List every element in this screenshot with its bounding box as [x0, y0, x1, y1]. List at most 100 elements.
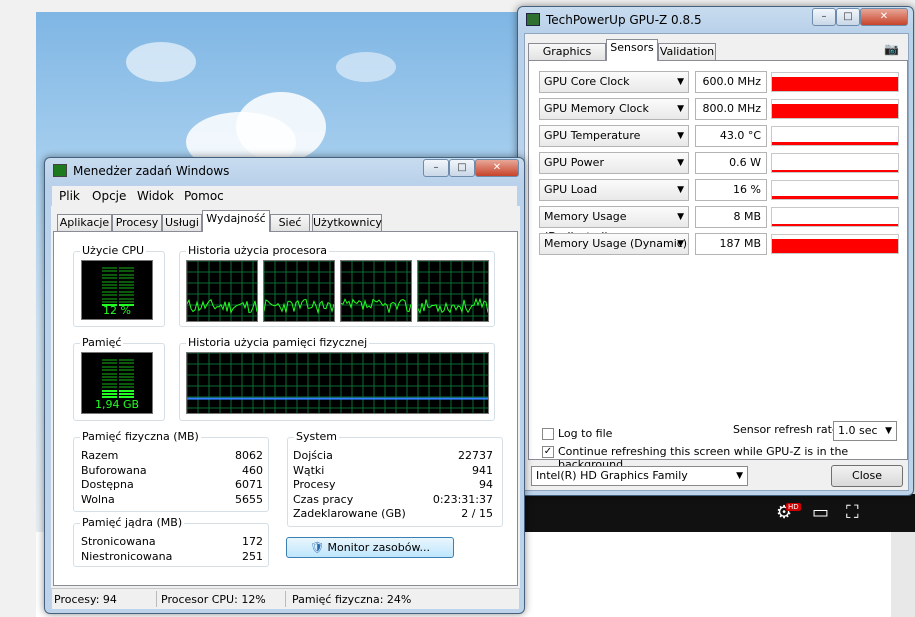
- stat-row: Zadeklarowane (GB) 2 / 15: [293, 507, 493, 520]
- stat-row: Wątki 941: [293, 464, 493, 477]
- sensor-name-select[interactable]: GPU Temperature ▼: [539, 125, 689, 147]
- sensor-name-select[interactable]: GPU Load ▼: [539, 179, 689, 201]
- refresh-rate-select[interactable]: 1.0 sec ▼: [833, 421, 897, 441]
- sensor-name-select[interactable]: GPU Power ▼: [539, 152, 689, 174]
- meter-segment: [119, 290, 134, 293]
- shield-icon: 🛡: [310, 541, 324, 554]
- cpu-core-graph-4: [417, 260, 489, 322]
- sensor-row: GPU Core Clock ▼ 600.0 MHz: [539, 71, 899, 93]
- meter-segment: [102, 304, 117, 307]
- tab-wydajnosc[interactable]: Wydajność: [202, 210, 270, 232]
- chevron-down-icon: ▼: [677, 77, 684, 87]
- tab-graphics-card[interactable]: Graphics Card: [528, 43, 606, 74]
- status-cpu: Procesor CPU: 12%: [161, 593, 266, 606]
- sensor-name-select[interactable]: GPU Core Clock ▼: [539, 71, 689, 93]
- sensor-graph-fill: [772, 224, 898, 226]
- stat-name: Stronicowana: [81, 535, 156, 548]
- log-to-file-label: Log to file: [558, 427, 613, 440]
- page-scrollbar[interactable]: [891, 532, 915, 617]
- close-button[interactable]: Close: [831, 465, 903, 487]
- kernel-memory-label: Pamięć jądra (MB): [80, 516, 185, 529]
- tab-validation[interactable]: Validation: [658, 43, 716, 61]
- meter-segment: [102, 294, 117, 297]
- chevron-down-icon: ▼: [736, 471, 743, 481]
- cpu-usage-meter: 12 %: [81, 260, 153, 320]
- close-window-button[interactable]: ✕: [860, 8, 908, 26]
- sensors-panel: GPU Core Clock ▼ 600.0 MHz GPU Memory Clock…: [528, 60, 908, 471]
- stat-value: 251: [242, 549, 263, 563]
- log-to-file-checkbox[interactable]: [542, 428, 554, 440]
- tab-aplikacje[interactable]: Aplikacje: [57, 214, 112, 232]
- minimize-button[interactable]: –: [423, 159, 449, 177]
- meter-segment: [119, 365, 134, 368]
- meter-segment: [119, 287, 134, 290]
- chevron-down-icon: ▼: [677, 239, 684, 249]
- tab-siec[interactable]: Sieć: [270, 214, 310, 232]
- meter-segment: [102, 287, 117, 290]
- gpu-select[interactable]: Intel(R) HD Graphics Family ▼: [531, 466, 748, 486]
- stat-name: Buforowana: [81, 463, 147, 477]
- stat-value: 941: [472, 463, 493, 477]
- sensor-graph: [771, 126, 899, 146]
- minimize-button[interactable]: –: [812, 8, 836, 26]
- cpu-core-graph-2: [263, 260, 335, 322]
- meter-segment: [119, 382, 134, 385]
- tm-titlebar[interactable]: Menedżer zadań Windows – □ ✕: [45, 158, 524, 184]
- menu-opcje[interactable]: Opcje: [92, 189, 126, 203]
- sensor-name-select[interactable]: Memory Usage (Dynamic) ▼: [539, 233, 689, 255]
- stat-name: Razem: [81, 449, 119, 462]
- meter-segment: [119, 372, 134, 375]
- tab-procesy[interactable]: Procesy: [112, 214, 162, 232]
- resource-monitor-button[interactable]: 🛡 Monitor zasobów...: [286, 537, 454, 558]
- meter-segment: [119, 369, 134, 372]
- stat-name: Czas pracy: [293, 492, 354, 506]
- stat-value: 2 / 15: [461, 507, 493, 520]
- sensor-name: GPU Power: [544, 156, 604, 169]
- meter-segment: [119, 270, 134, 273]
- sensor-name-select[interactable]: GPU Memory Clock ▼: [539, 98, 689, 120]
- stat-value: 172: [242, 535, 263, 548]
- meter-segment: [102, 290, 117, 293]
- meter-segment: [102, 267, 117, 269]
- stat-name: Dojścia: [293, 449, 333, 462]
- meter-segment: [102, 379, 117, 382]
- sensor-graph-fill: [772, 239, 898, 253]
- stat-value: 5655: [235, 492, 263, 506]
- theater-mode-icon[interactable]: ▭: [812, 503, 829, 523]
- stat-row: Dojścia 22737: [293, 449, 493, 462]
- continue-refresh-checkbox[interactable]: ✓: [542, 446, 554, 458]
- cpu-usage-value: 12 %: [103, 304, 131, 317]
- sensor-name: GPU Core Clock: [544, 75, 630, 88]
- menu-pomoc[interactable]: Pomoc: [184, 189, 224, 203]
- close-window-button[interactable]: ✕: [475, 159, 519, 177]
- hd-badge: HD: [786, 503, 801, 511]
- gpuz-titlebar[interactable]: TechPowerUp GPU-Z 0.8.5 – □ ✕: [518, 7, 913, 33]
- maximize-button[interactable]: □: [836, 8, 860, 26]
- sensor-name-select[interactable]: Memory Usage (Dedicated)▼: [539, 206, 689, 243]
- tab-uslugi[interactable]: Usługi: [162, 214, 202, 232]
- maximize-button[interactable]: □: [449, 159, 475, 177]
- menu-widok[interactable]: Widok: [137, 189, 174, 203]
- sensor-value: 8 MB: [695, 206, 767, 228]
- meter-segment: [119, 304, 134, 307]
- status-bar: Procesy: 94 Procesor CPU: 12% Pamięć fiz…: [52, 588, 519, 609]
- menu-plik[interactable]: Plik: [59, 189, 80, 203]
- meter-segment: [102, 376, 117, 378]
- meter-segment: [119, 386, 134, 389]
- tab-sensors[interactable]: Sensors: [606, 39, 658, 61]
- fullscreen-icon[interactable]: ⛶: [846, 503, 859, 523]
- tab-uzytkownicy[interactable]: Użytkownicy: [312, 214, 382, 232]
- meter-segment: [119, 273, 134, 276]
- stat-value: 460: [242, 463, 263, 477]
- sensor-row: GPU Memory Clock ▼ 800.0 MHz: [539, 98, 899, 120]
- sensor-graph-fill: [772, 196, 898, 199]
- sensor-row: Memory Usage (Dynamic) ▼ 187 MB: [539, 233, 899, 255]
- meter-segment: [119, 393, 134, 395]
- camera-icon[interactable]: 📷: [884, 42, 899, 56]
- sensor-graph: [771, 180, 899, 200]
- chevron-down-icon: ▼: [677, 104, 684, 114]
- stat-row: Wolna 5655: [81, 493, 263, 506]
- memory-value: 1,94 GB: [94, 398, 140, 411]
- meter-segment: [119, 376, 134, 378]
- gpuz-window: TechPowerUp GPU-Z 0.8.5 – □ ✕ Graphics C…: [517, 6, 914, 496]
